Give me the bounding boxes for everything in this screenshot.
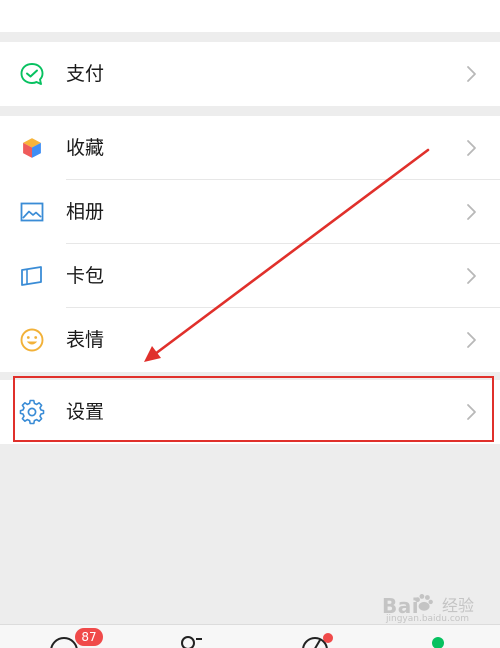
menu-item-pay-label: 支付 bbox=[66, 63, 105, 85]
menu-item-pay[interactable]: 支付 bbox=[0, 42, 500, 106]
menu-item-album[interactable]: 相册 bbox=[0, 180, 500, 244]
cube-icon bbox=[21, 136, 43, 160]
pay-group: 支付 bbox=[0, 42, 500, 106]
card-icon bbox=[21, 266, 42, 286]
highlight-box bbox=[13, 376, 494, 442]
menu-item-favorites-label: 收藏 bbox=[66, 137, 105, 159]
menu-item-stickers-label: 表情 bbox=[66, 329, 105, 351]
services-group: 收藏 相册 卡包 表情 bbox=[0, 116, 500, 372]
menu-item-stickers[interactable]: 表情 bbox=[0, 308, 500, 372]
discover-notification-dot bbox=[323, 633, 333, 643]
previous-section-strip bbox=[0, 0, 500, 32]
chevron-right-icon bbox=[467, 140, 476, 156]
chevron-right-icon bbox=[467, 204, 476, 220]
chats-unread-badge: 87 bbox=[75, 628, 103, 646]
me-icon[interactable] bbox=[420, 635, 460, 648]
image-icon bbox=[20, 202, 44, 222]
menu-item-cards-label: 卡包 bbox=[66, 265, 105, 287]
menu-item-favorites[interactable]: 收藏 bbox=[0, 116, 500, 180]
chevron-right-icon bbox=[467, 268, 476, 284]
contacts-icon[interactable] bbox=[170, 633, 210, 648]
smiley-icon bbox=[20, 328, 44, 352]
menu-item-album-label: 相册 bbox=[66, 201, 105, 223]
chevron-right-icon bbox=[467, 332, 476, 348]
watermark: Bai 经验 jingyan.baidu.com bbox=[368, 588, 496, 628]
watermark-url: jingyan.baidu.com bbox=[386, 614, 470, 624]
menu-item-cards[interactable]: 卡包 bbox=[0, 244, 500, 308]
chevron-right-icon bbox=[467, 66, 476, 82]
wallet-check-icon bbox=[20, 63, 44, 85]
watermark-text-jingyan: 经验 bbox=[442, 596, 475, 615]
